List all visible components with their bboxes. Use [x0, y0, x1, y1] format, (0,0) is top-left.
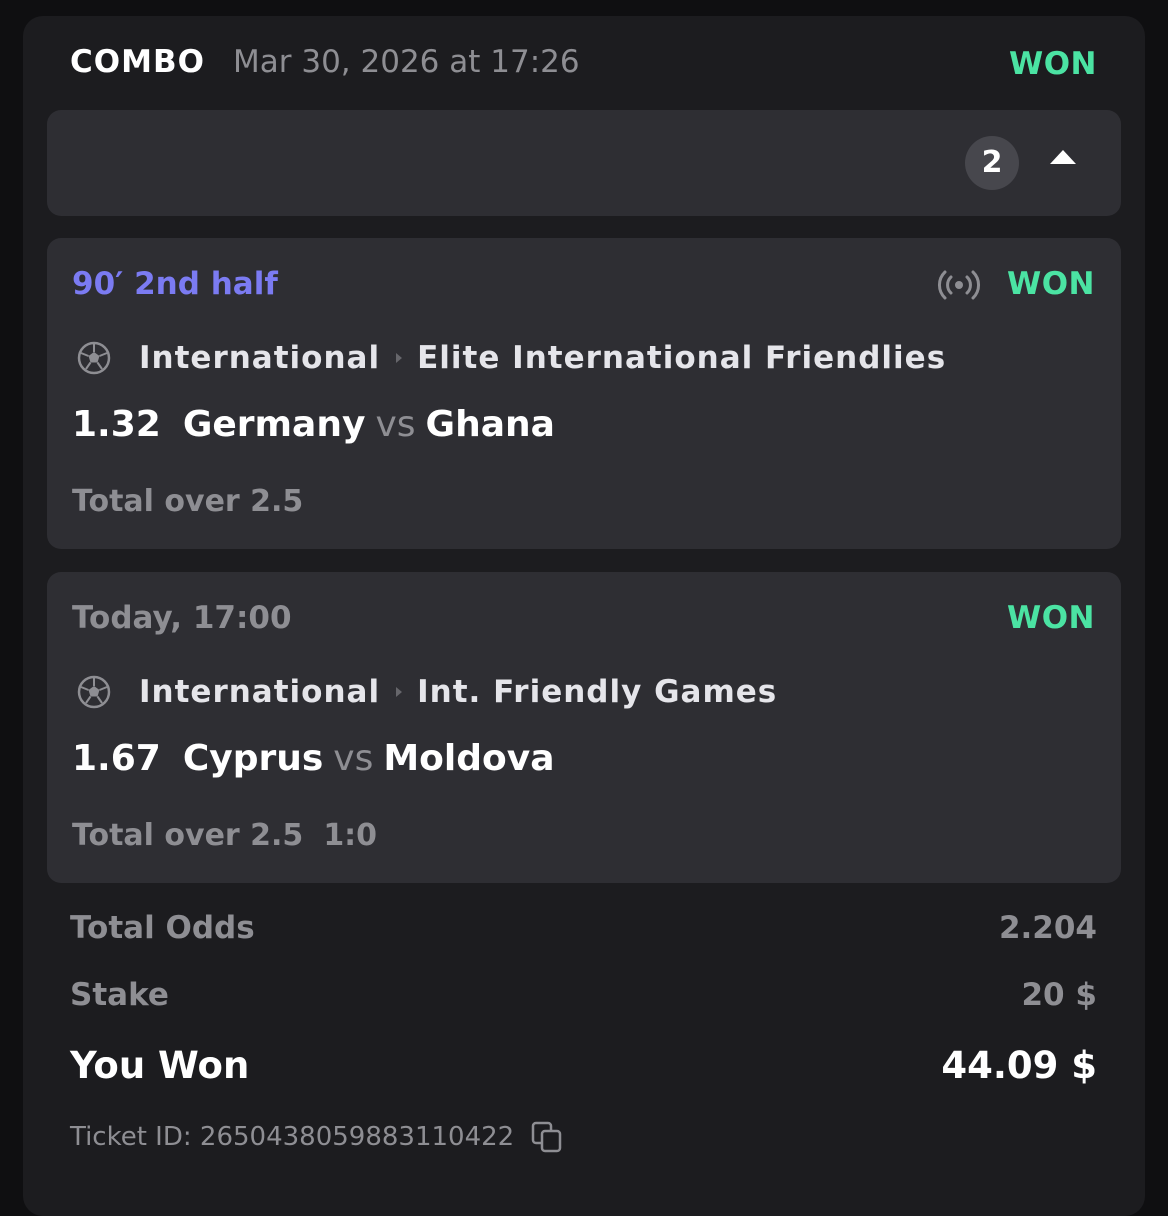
match-line: 1.32 Germany vs Ghana: [72, 404, 555, 445]
league-label: Elite International Friendlies: [417, 340, 947, 376]
ticket-header: COMBO Mar 30, 2026 at 17:26 WON: [23, 16, 1145, 111]
stake-label: Stake: [70, 977, 169, 1013]
region-label: International: [139, 674, 381, 710]
away-team: Ghana: [425, 404, 555, 445]
market-line: Total over 2.5: [72, 484, 303, 519]
soccer-ball-icon: [77, 675, 111, 709]
leg-time: Today, 17:00: [72, 600, 292, 636]
selections-toggle-bar[interactable]: 2: [47, 110, 1121, 216]
winnings-value: 44.09 $: [941, 1044, 1097, 1087]
chevron-up-icon[interactable]: [1050, 150, 1076, 164]
market-label: Total over 2.5: [72, 818, 304, 853]
league-label: Int. Friendly Games: [417, 674, 778, 710]
chevron-right-icon: [396, 687, 403, 697]
bet-leg[interactable]: 90′ 2nd half WON International Elite Int…: [47, 238, 1121, 549]
away-team: Moldova: [383, 738, 555, 779]
match-line: 1.67 Cyprus vs Moldova: [72, 738, 555, 779]
region-label: International: [139, 340, 381, 376]
home-team: Cyprus: [182, 738, 324, 779]
chevron-right-icon: [396, 353, 403, 363]
league-breadcrumb: International Elite International Friend…: [77, 338, 946, 378]
soccer-ball-icon: [77, 341, 111, 375]
vs-label: vs: [375, 404, 416, 445]
total-odds-value: 2.204: [998, 910, 1097, 946]
vs-label: vs: [333, 738, 374, 779]
stake-value: 20 $: [1021, 977, 1097, 1013]
live-broadcast-icon: [938, 270, 980, 300]
leg-odds: 1.32: [72, 404, 161, 445]
total-odds-label: Total Odds: [70, 910, 255, 946]
ticket-id-row: Ticket ID: 2650438059883110422: [70, 1120, 564, 1154]
bet-date: Mar 30, 2026 at 17:26: [233, 44, 580, 80]
market-label: Total over 2.5: [72, 484, 304, 519]
combo-ticket-card: COMBO Mar 30, 2026 at 17:26 WON 2 90′ 2n…: [23, 16, 1145, 1216]
market-line: Total over 2.5 1:0: [72, 818, 377, 853]
league-breadcrumb: International Int. Friendly Games: [77, 672, 777, 712]
leg-status-badge: WON: [1007, 600, 1095, 636]
match-score: 1:0: [323, 818, 378, 853]
bet-leg[interactable]: Today, 17:00 WON International Int. Frie…: [47, 572, 1121, 883]
leg-time-live: 90′ 2nd half: [72, 266, 278, 302]
home-team: Germany: [182, 404, 366, 445]
leg-status-badge: WON: [1007, 266, 1095, 302]
ticket-id: Ticket ID: 2650438059883110422: [70, 1122, 515, 1152]
selection-count-badge: 2: [965, 136, 1019, 190]
copy-icon[interactable]: [530, 1120, 564, 1154]
winnings-label: You Won: [70, 1044, 250, 1087]
ticket-status-badge: WON: [1009, 46, 1097, 82]
leg-odds: 1.67: [72, 738, 161, 779]
bet-type-label: COMBO: [70, 44, 205, 80]
